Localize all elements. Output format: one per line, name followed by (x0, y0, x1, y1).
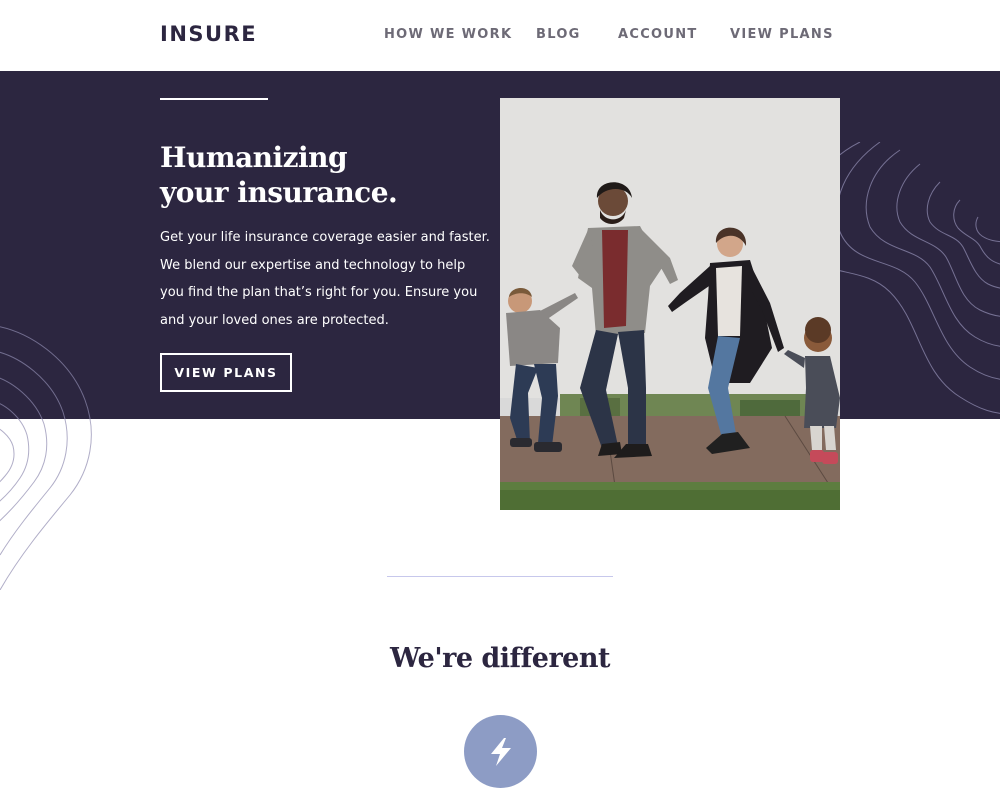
lightning-bolt-icon (490, 737, 511, 766)
nav-item-blog[interactable]: BLOG (536, 27, 581, 42)
family-photo (500, 98, 840, 510)
hero-divider-line (160, 98, 268, 100)
hero-title-line-2: your insurance. (160, 176, 398, 209)
nav-item-account[interactable]: ACCOUNT (618, 27, 698, 42)
nav-item-how-we-work[interactable]: HOW WE WORK (384, 27, 512, 42)
family-photo-illustration (500, 98, 840, 510)
main-nav: HOW WE WORK BLOG ACCOUNT VIEW PLANS (0, 27, 1000, 47)
hero-title-line-1: Humanizing (160, 141, 348, 174)
site-header: INSURE HOW WE WORK BLOG ACCOUNT VIEW PLA… (0, 0, 1000, 71)
feature-icon-circle (464, 715, 537, 788)
hero-title: Humanizing your insurance. (160, 140, 490, 210)
topographic-lines-decoration-left (0, 326, 92, 590)
hero-description: Get your life insurance coverage easier … (160, 230, 490, 328)
view-plans-button[interactable]: VIEW PLANS (160, 353, 292, 392)
section-divider-line (387, 576, 613, 577)
nav-item-view-plans[interactable]: VIEW PLANS (730, 27, 834, 42)
section-title: We're different (390, 643, 610, 674)
